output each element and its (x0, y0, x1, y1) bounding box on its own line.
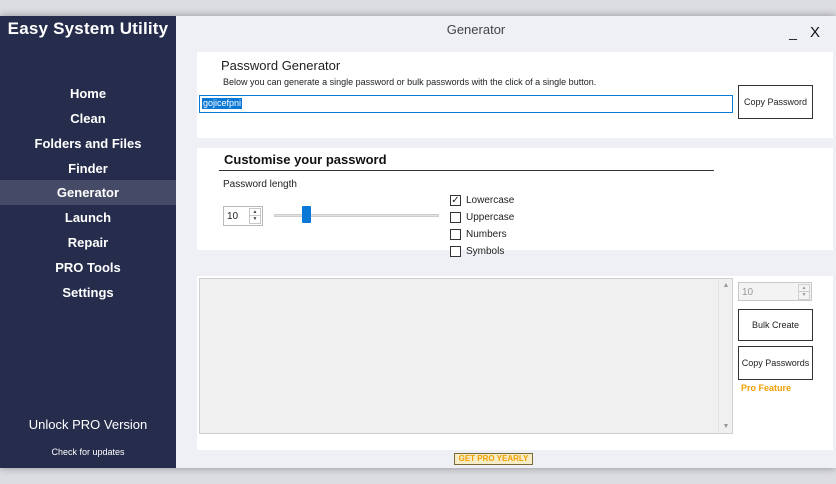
sidebar-item-pro-tools[interactable]: PRO Tools (0, 255, 176, 280)
stepper-up-icon[interactable]: ▲ (250, 209, 260, 216)
sidebar-item-home[interactable]: Home (0, 81, 176, 106)
bulk-count-value: 10 (742, 287, 754, 298)
stepper-down-icon[interactable]: ▼ (250, 216, 260, 223)
numbers-checkbox[interactable]: Numbers (450, 227, 507, 242)
app-window: Easy System Utility Home Clean Folders a… (0, 16, 836, 468)
get-pro-yearly-button[interactable]: GET PRO YEARLY (454, 453, 533, 465)
password-length-slider[interactable] (274, 214, 439, 217)
sidebar-item-launch[interactable]: Launch (0, 205, 176, 230)
copy-passwords-button[interactable]: Copy Passwords (738, 346, 813, 380)
sidebar: Easy System Utility Home Clean Folders a… (0, 16, 176, 468)
password-length-stepper[interactable]: 10 ▲ ▼ (223, 206, 263, 226)
bulk-passwords-textarea[interactable]: ▲ ▼ (199, 278, 733, 434)
password-length-label: Password length (223, 179, 297, 190)
sidebar-item-repair[interactable]: Repair (0, 230, 176, 255)
divider (219, 170, 714, 171)
minimize-button[interactable]: _ (786, 24, 800, 44)
page-title: Generator (446, 22, 506, 37)
password-length-value: 10 (227, 211, 239, 222)
checkbox-box-icon (450, 246, 461, 257)
check-updates-link[interactable]: Check for updates (0, 447, 176, 457)
scroll-down-icon[interactable]: ▼ (719, 423, 733, 430)
lowercase-label: Lowercase (466, 195, 515, 206)
unlock-pro-link[interactable]: Unlock PRO Version (0, 417, 176, 432)
symbols-checkbox[interactable]: Symbols (450, 244, 504, 259)
sidebar-item-finder[interactable]: Finder (0, 156, 176, 181)
symbols-label: Symbols (466, 246, 505, 257)
sidebar-item-clean[interactable]: Clean (0, 106, 176, 131)
close-button[interactable]: X (807, 24, 823, 44)
lowercase-checkbox[interactable]: ✓ Lowercase (450, 193, 514, 208)
stepper-arrows: ▲ ▼ (798, 284, 810, 300)
password-value: gojicefpni (202, 98, 243, 109)
uppercase-label: Uppercase (466, 212, 515, 223)
password-generator-panel: Password Generator Below you can generat… (197, 52, 833, 138)
app-title: Easy System Utility (7, 19, 169, 38)
sidebar-item-generator[interactable]: Generator (0, 180, 176, 205)
pro-feature-label: Pro Feature (741, 383, 792, 393)
bulk-count-stepper[interactable]: 10 ▲ ▼ (738, 282, 812, 301)
bulk-panel: ▲ ▼ 10 ▲ ▼ Bulk Create Copy Passwords Pr… (197, 276, 833, 450)
customise-panel: Customise your password Password length … (197, 148, 833, 257)
uppercase-checkbox[interactable]: Uppercase (450, 210, 514, 225)
generator-title: Password Generator (221, 58, 341, 73)
sidebar-item-folders-and-files[interactable]: Folders and Files (0, 131, 176, 156)
checkbox-box-icon (450, 212, 461, 223)
stepper-down-icon[interactable]: ▼ (799, 292, 809, 299)
customise-title: Customise your password (224, 152, 387, 167)
checkbox-box-icon: ✓ (450, 195, 461, 206)
copy-password-button[interactable]: Copy Password (738, 85, 813, 119)
numbers-label: Numbers (466, 229, 507, 240)
scroll-up-icon[interactable]: ▲ (719, 282, 733, 289)
bulk-create-button[interactable]: Bulk Create (738, 309, 813, 341)
scrollbar[interactable]: ▲ ▼ (718, 279, 732, 433)
slider-handle[interactable] (302, 206, 312, 223)
stepper-arrows: ▲ ▼ (249, 208, 261, 224)
checkbox-box-icon (450, 229, 461, 240)
generator-subtitle: Below you can generate a single password… (223, 77, 597, 87)
password-field[interactable]: gojicefpni (199, 95, 733, 113)
stepper-up-icon[interactable]: ▲ (799, 285, 809, 292)
sidebar-item-settings[interactable]: Settings (0, 280, 176, 305)
